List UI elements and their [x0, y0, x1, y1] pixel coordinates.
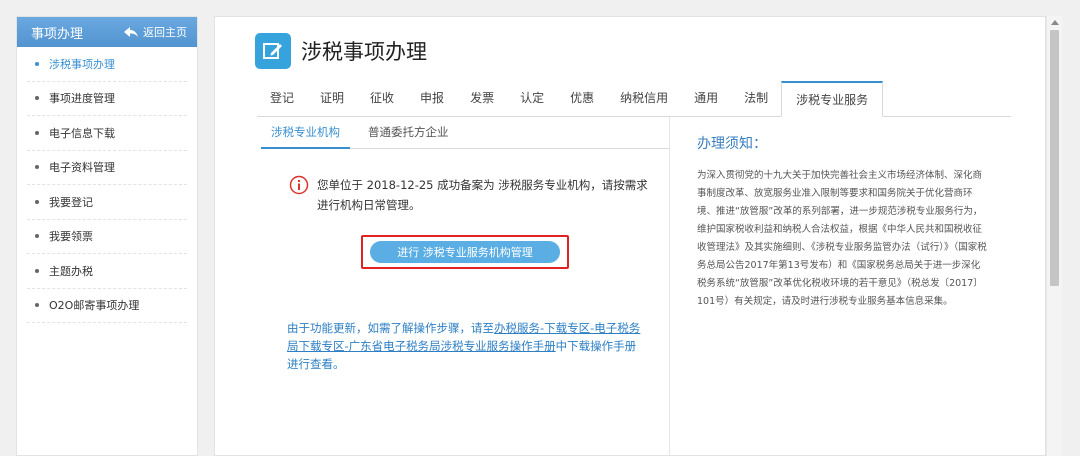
- scroll-up-icon[interactable]: [1051, 20, 1059, 25]
- bullet-icon: [35, 96, 39, 101]
- page-header: 涉税事项办理: [255, 33, 427, 69]
- tab-credit[interactable]: 纳税信用: [607, 89, 681, 116]
- sidebar-title: 事项办理: [31, 26, 84, 42]
- sidebar-item-documents[interactable]: 电子资料管理: [27, 151, 187, 185]
- sidebar-item-label: 事项进度管理: [49, 92, 115, 106]
- subtab-client[interactable]: 普通委托方企业: [358, 124, 459, 148]
- notice-text: 您单位于 2018-12-25 成功备案为 涉税服务专业机构，请按需求进行机构日…: [317, 178, 648, 212]
- tab-certificate[interactable]: 证明: [307, 89, 357, 116]
- tab-levy[interactable]: 征收: [357, 89, 407, 116]
- edit-icon: [255, 33, 291, 69]
- sidebar-item-invoice[interactable]: 我要领票: [27, 220, 187, 254]
- page-title: 涉税事项办理: [301, 40, 427, 64]
- bullet-icon: [35, 268, 39, 273]
- instructions-heading: 办理须知：: [697, 136, 767, 152]
- action-highlight: 进行 涉税专业服务机构管理: [361, 235, 569, 269]
- sidebar-item-label: 主题办税: [49, 264, 93, 278]
- sidebar-item-register[interactable]: 我要登记: [27, 185, 187, 220]
- bullet-icon: [35, 199, 39, 204]
- bullet-icon: [35, 165, 39, 170]
- tab-preferential[interactable]: 优惠: [557, 89, 607, 116]
- divider: [669, 117, 670, 455]
- sidebar-item-download[interactable]: 电子信息下载: [27, 116, 187, 151]
- back-home-button[interactable]: 返回主页: [124, 24, 187, 40]
- sidebar-item-label: O2O邮寄事项办理: [49, 299, 140, 313]
- sidebar-item-o2o[interactable]: O2O邮寄事项办理: [27, 289, 187, 323]
- sidebar: 事项办理 返回主页 涉税事项办理 事项进度管理 电子信息下载 电子资料管理 我要…: [16, 16, 198, 456]
- manage-institution-button[interactable]: 进行 涉税专业服务机构管理: [370, 241, 560, 263]
- tab-declare[interactable]: 申报: [407, 89, 457, 116]
- scrollbar[interactable]: [1046, 16, 1062, 456]
- sidebar-header: 事项办理 返回主页: [17, 17, 197, 47]
- sidebar-item-theme[interactable]: 主题办税: [27, 254, 187, 289]
- sidebar-item-tax-matters[interactable]: 涉税事项办理: [27, 47, 187, 82]
- tab-general[interactable]: 通用: [681, 89, 731, 116]
- tab-register[interactable]: 登记: [257, 89, 307, 116]
- bullet-icon: [35, 130, 39, 135]
- tab-legal[interactable]: 法制: [731, 89, 781, 116]
- sidebar-item-label: 电子信息下载: [49, 126, 115, 140]
- tab-professional-service[interactable]: 涉税专业服务: [781, 81, 884, 117]
- sidebar-item-label: 电子资料管理: [49, 161, 115, 175]
- notice-message: 您单位于 2018-12-25 成功备案为 涉税服务专业机构，请按需求进行机构日…: [289, 175, 649, 215]
- sub-tabs: 涉税专业机构 普通委托方企业: [261, 117, 669, 149]
- sidebar-item-progress[interactable]: 事项进度管理: [27, 82, 187, 116]
- back-home-label: 返回主页: [143, 26, 187, 39]
- instructions-panel: 办理须知： 为深入贯彻党的十九大关于加快完善社会主义市场经济体制、深化商事制度改…: [697, 133, 987, 311]
- sidebar-item-label: 我要登记: [49, 195, 93, 209]
- instructions-body: 为深入贯彻党的十九大关于加快完善社会主义市场经济体制、深化商事制度改革、放宽服务…: [697, 170, 987, 307]
- info-icon: [289, 175, 309, 195]
- sidebar-item-label: 我要领票: [49, 230, 93, 244]
- bullet-icon: [35, 61, 39, 66]
- main-panel: 涉税事项办理 登记 证明 征收 申报 发票 认定 优惠 纳税信用 通用 法制 涉…: [214, 16, 1046, 456]
- sidebar-item-label: 涉税事项办理: [49, 57, 115, 71]
- help-text: 由于功能更新，如需了解操作步骤，请至办税服务-下载专区-电子税务局下载专区-广东…: [287, 319, 647, 373]
- tab-recognition[interactable]: 认定: [507, 89, 557, 116]
- subtab-institution[interactable]: 涉税专业机构: [261, 124, 350, 149]
- window-edge: [1062, 0, 1080, 456]
- help-prefix: 由于功能更新，如需了解操作步骤，请至: [287, 321, 494, 335]
- scroll-thumb[interactable]: [1050, 30, 1059, 286]
- bullet-icon: [35, 303, 39, 308]
- tab-invoice[interactable]: 发票: [457, 89, 507, 116]
- sidebar-menu: 涉税事项办理 事项进度管理 电子信息下载 电子资料管理 我要登记 我要领票 主题…: [17, 47, 197, 323]
- category-tabs: 登记 证明 征收 申报 发票 认定 优惠 纳税信用 通用 法制 涉税专业服务: [257, 81, 1011, 117]
- service-content: 涉税专业机构 普通委托方企业 您单位于 2018-12-25 成功备案为 涉税服…: [257, 117, 669, 455]
- back-arrow-icon: [124, 26, 138, 37]
- bullet-icon: [35, 234, 39, 239]
